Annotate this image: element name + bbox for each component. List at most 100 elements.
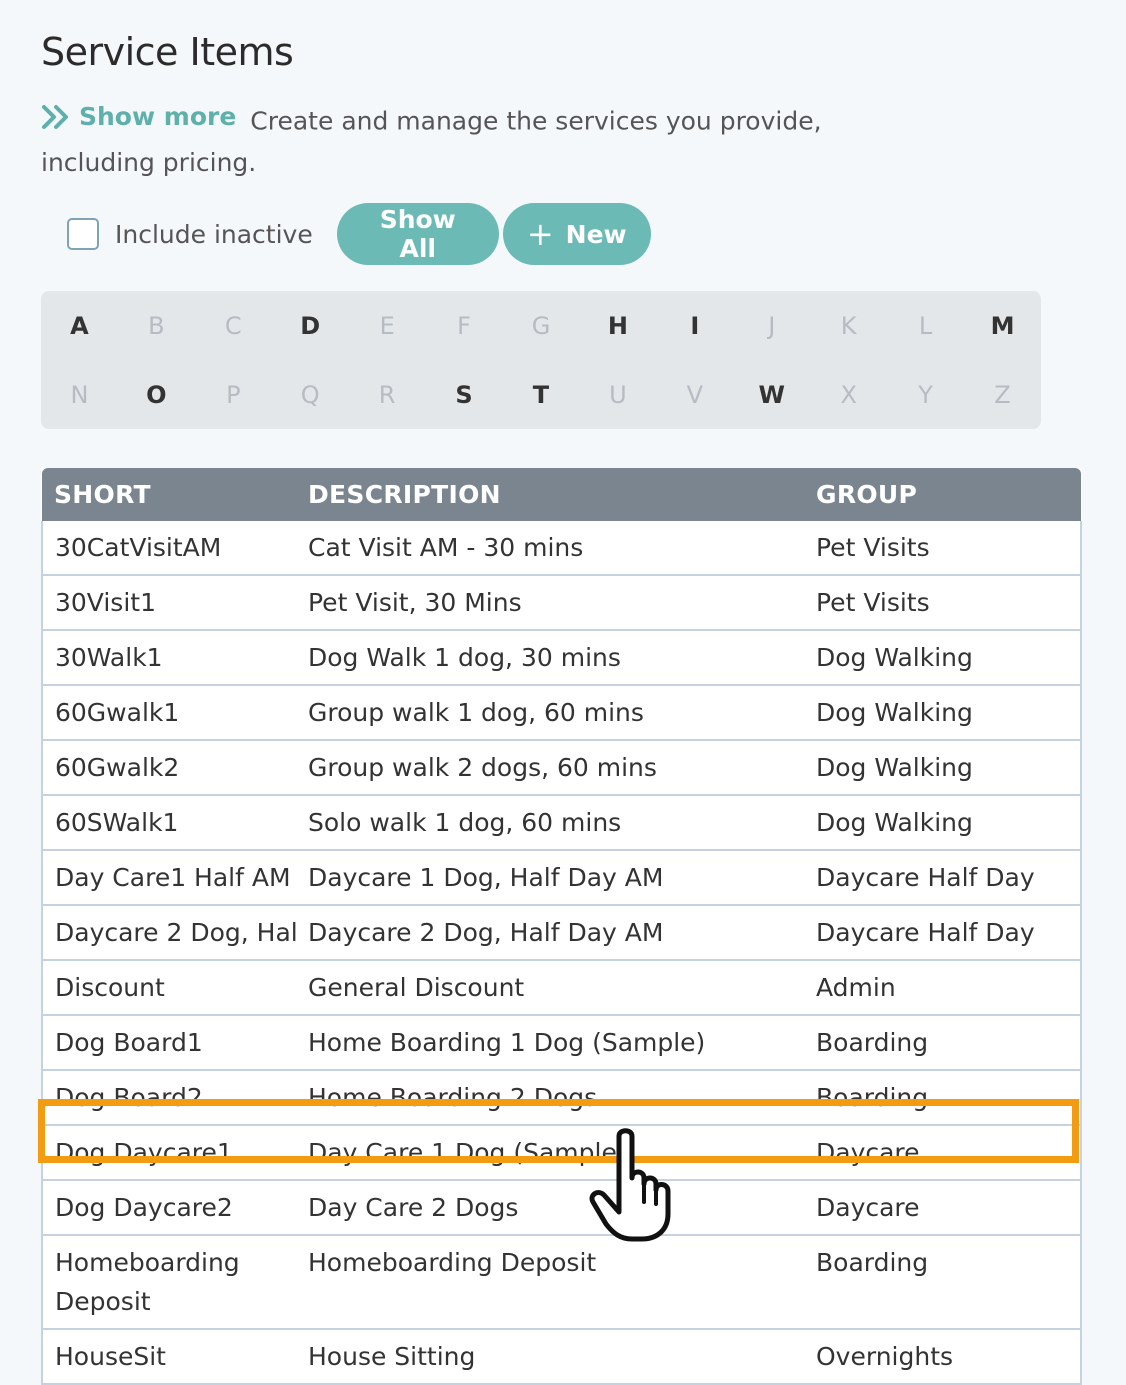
table-row[interactable]: Discount General Discount Admin [41, 960, 1082, 1016]
table-row[interactable]: 60Gwalk1 Group walk 1 dog, 60 mins Dog Wal… [41, 685, 1082, 741]
cell-group: Boarding [804, 1070, 1082, 1126]
alphabet-letter-h[interactable]: H [579, 291, 656, 360]
cell-group: Pet Visits [804, 521, 1082, 576]
table-row[interactable]: 30Visit1 Pet Visit, 30 Mins Pet Visits [41, 575, 1082, 631]
alphabet-letter-r: R [378, 380, 396, 409]
cell-description: Group walk 1 dog, 60 mins [296, 685, 804, 741]
cell-group: Boarding [804, 1235, 1082, 1330]
cell-group: Daycare [804, 1180, 1082, 1236]
alphabet-letter-z: Z [994, 380, 1011, 409]
alphabet-letter-t[interactable]: T [503, 360, 580, 429]
cell-description: Cat Visit AM - 30 mins [296, 521, 804, 576]
cell-short: Dog Daycare1 [41, 1125, 296, 1181]
cell-group: Dog Walking [804, 630, 1082, 686]
cell-group: Admin [804, 960, 1082, 1016]
cell-short: Dog Daycare2 [41, 1180, 296, 1236]
alphabet-letter-u: U [609, 380, 627, 409]
new-button-label: New [565, 219, 627, 249]
table-row[interactable]: Daycare 2 Dog, Half Daycare 2 Dog, Half D… [41, 905, 1082, 961]
alphabet-letter-m[interactable]: M [964, 291, 1041, 360]
show-more-link[interactable]: Show more [41, 96, 236, 137]
table-row[interactable]: 60Gwalk2 Group walk 2 dogs, 60 mins Dog Wa… [41, 740, 1082, 796]
cell-short: Day Care1 Half AM [41, 850, 296, 906]
alphabet-letter-x: X [840, 380, 857, 409]
cell-group: Daycare Half Day [804, 905, 1082, 961]
cell-short: 60SWalk1 [41, 795, 296, 851]
cell-description: Day Care 1 Dog (Sample) [296, 1125, 804, 1181]
table-row[interactable]: Dog Board1 Home Boarding 1 Dog (Sample) Bo… [41, 1015, 1082, 1071]
cell-group: Overnights [804, 1329, 1082, 1385]
cell-description: Pet Visit, 30 Mins [296, 575, 804, 631]
alphabet-letter-p: P [226, 380, 241, 409]
page-intro: Show more Create and manage the services… [41, 96, 941, 183]
cell-description: Home Boarding 2 Dogs [296, 1070, 804, 1126]
table-row[interactable]: 60SWalk1 Solo walk 1 dog, 60 mins Dog Walk… [41, 795, 1082, 851]
alphabet-letter-i[interactable]: I [656, 291, 733, 360]
table-header-row: SHORT DESCRIPTION GROUP [42, 468, 1081, 521]
page-title: Service Items [41, 30, 294, 74]
alphabet-letter-d[interactable]: D [272, 291, 349, 360]
cell-description: Daycare 1 Dog, Half Day AM [296, 850, 804, 906]
cell-description: Solo walk 1 dog, 60 mins [296, 795, 804, 851]
cell-short: HouseSit [41, 1329, 296, 1385]
alphabet-letter-o[interactable]: O [118, 360, 195, 429]
table-row[interactable]: 30CatVisitAM Cat Visit AM - 30 mins Pet Vi… [41, 521, 1082, 576]
cell-group: Dog Walking [804, 685, 1082, 741]
cell-group: Dog Walking [804, 795, 1082, 851]
cell-group: Daycare Half Day [804, 850, 1082, 906]
alphabet-letter-e: E [379, 311, 395, 340]
table-row[interactable]: Day Care1 Half AM Daycare 1 Dog, Half Day… [41, 850, 1082, 906]
alphabet-letter-v: V [686, 380, 704, 409]
service-items-table-container: SHORT DESCRIPTION GROUP 30CatVisitAM Cat … [41, 468, 1082, 1385]
cell-short: 30Walk1 [41, 630, 296, 686]
cell-short: 30CatVisitAM [41, 521, 296, 576]
show-more-label: Show more [79, 102, 237, 131]
table-row[interactable]: HouseSit House Sitting Overnights [41, 1329, 1082, 1385]
cell-description: Home Boarding 1 Dog (Sample) [296, 1015, 804, 1071]
cell-description: General Discount [296, 960, 804, 1016]
cell-group: Pet Visits [804, 575, 1082, 631]
alphabet-letter-y: Y [918, 380, 933, 409]
new-button[interactable]: + New [502, 203, 651, 265]
column-header-group[interactable]: GROUP [804, 468, 1081, 521]
column-header-description[interactable]: DESCRIPTION [296, 468, 804, 521]
cell-short: 60Gwalk1 [41, 685, 296, 741]
table-row[interactable]: Homeboarding Deposit Homeboarding Deposit… [41, 1235, 1082, 1330]
alphabet-filter: A B C D E F GHI J K L M NO P Q R STU VW X Y Z [41, 291, 1041, 429]
cell-short: Discount [41, 960, 296, 1016]
alphabet-letter-n: N [70, 380, 89, 409]
cell-group: Daycare [804, 1125, 1082, 1181]
column-header-short[interactable]: SHORT [42, 468, 296, 521]
include-inactive-checkbox[interactable] [67, 218, 99, 250]
table-row[interactable]: Dog Daycare2 Day Care 2 Dogs Daycare [41, 1180, 1082, 1236]
alphabet-letter-c: C [224, 311, 242, 340]
cell-short: 30Visit1 [41, 575, 296, 631]
cell-short: Dog Board2 [41, 1070, 296, 1126]
alphabet-letter-a[interactable]: A [41, 291, 118, 360]
alphabet-letter-b: B [148, 311, 165, 340]
cell-short: Dog Board1 [41, 1015, 296, 1071]
cell-description: Homeboarding Deposit [296, 1235, 804, 1330]
cell-group: Boarding [804, 1015, 1082, 1071]
alphabet-letter-w[interactable]: W [733, 360, 810, 429]
alphabet-letter-f: F [457, 311, 471, 340]
cell-description: Dog Walk 1 dog, 30 mins [296, 630, 804, 686]
alphabet-letter-l: L [918, 311, 933, 340]
table-row-highlighted[interactable]: Dog Daycare1 Day Care 1 Dog (Sample) Dayca… [41, 1125, 1082, 1181]
alphabet-letter-q: Q [300, 380, 320, 409]
cell-group: Dog Walking [804, 740, 1082, 796]
table-row[interactable]: Dog Board2 Home Boarding 2 Dogs Boarding [41, 1070, 1082, 1126]
cell-description: Day Care 2 Dogs [296, 1180, 804, 1236]
alphabet-letter-j: J [768, 311, 776, 340]
plus-icon: + [526, 215, 554, 253]
cell-short: Homeboarding Deposit [41, 1235, 296, 1330]
include-inactive-label: Include inactive [115, 219, 313, 249]
cell-short: 60Gwalk2 [41, 740, 296, 796]
show-all-button[interactable]: Show All [336, 203, 499, 265]
double-chevron-right-icon [42, 104, 68, 129]
alphabet-letter-s[interactable]: S [426, 360, 503, 429]
alphabet-letter-k: K [840, 311, 857, 340]
table-row[interactable]: 30Walk1 Dog Walk 1 dog, 30 mins Dog Walkin… [41, 630, 1082, 686]
alphabet-letter-g: G [531, 311, 551, 340]
cell-description: House Sitting [296, 1329, 804, 1385]
